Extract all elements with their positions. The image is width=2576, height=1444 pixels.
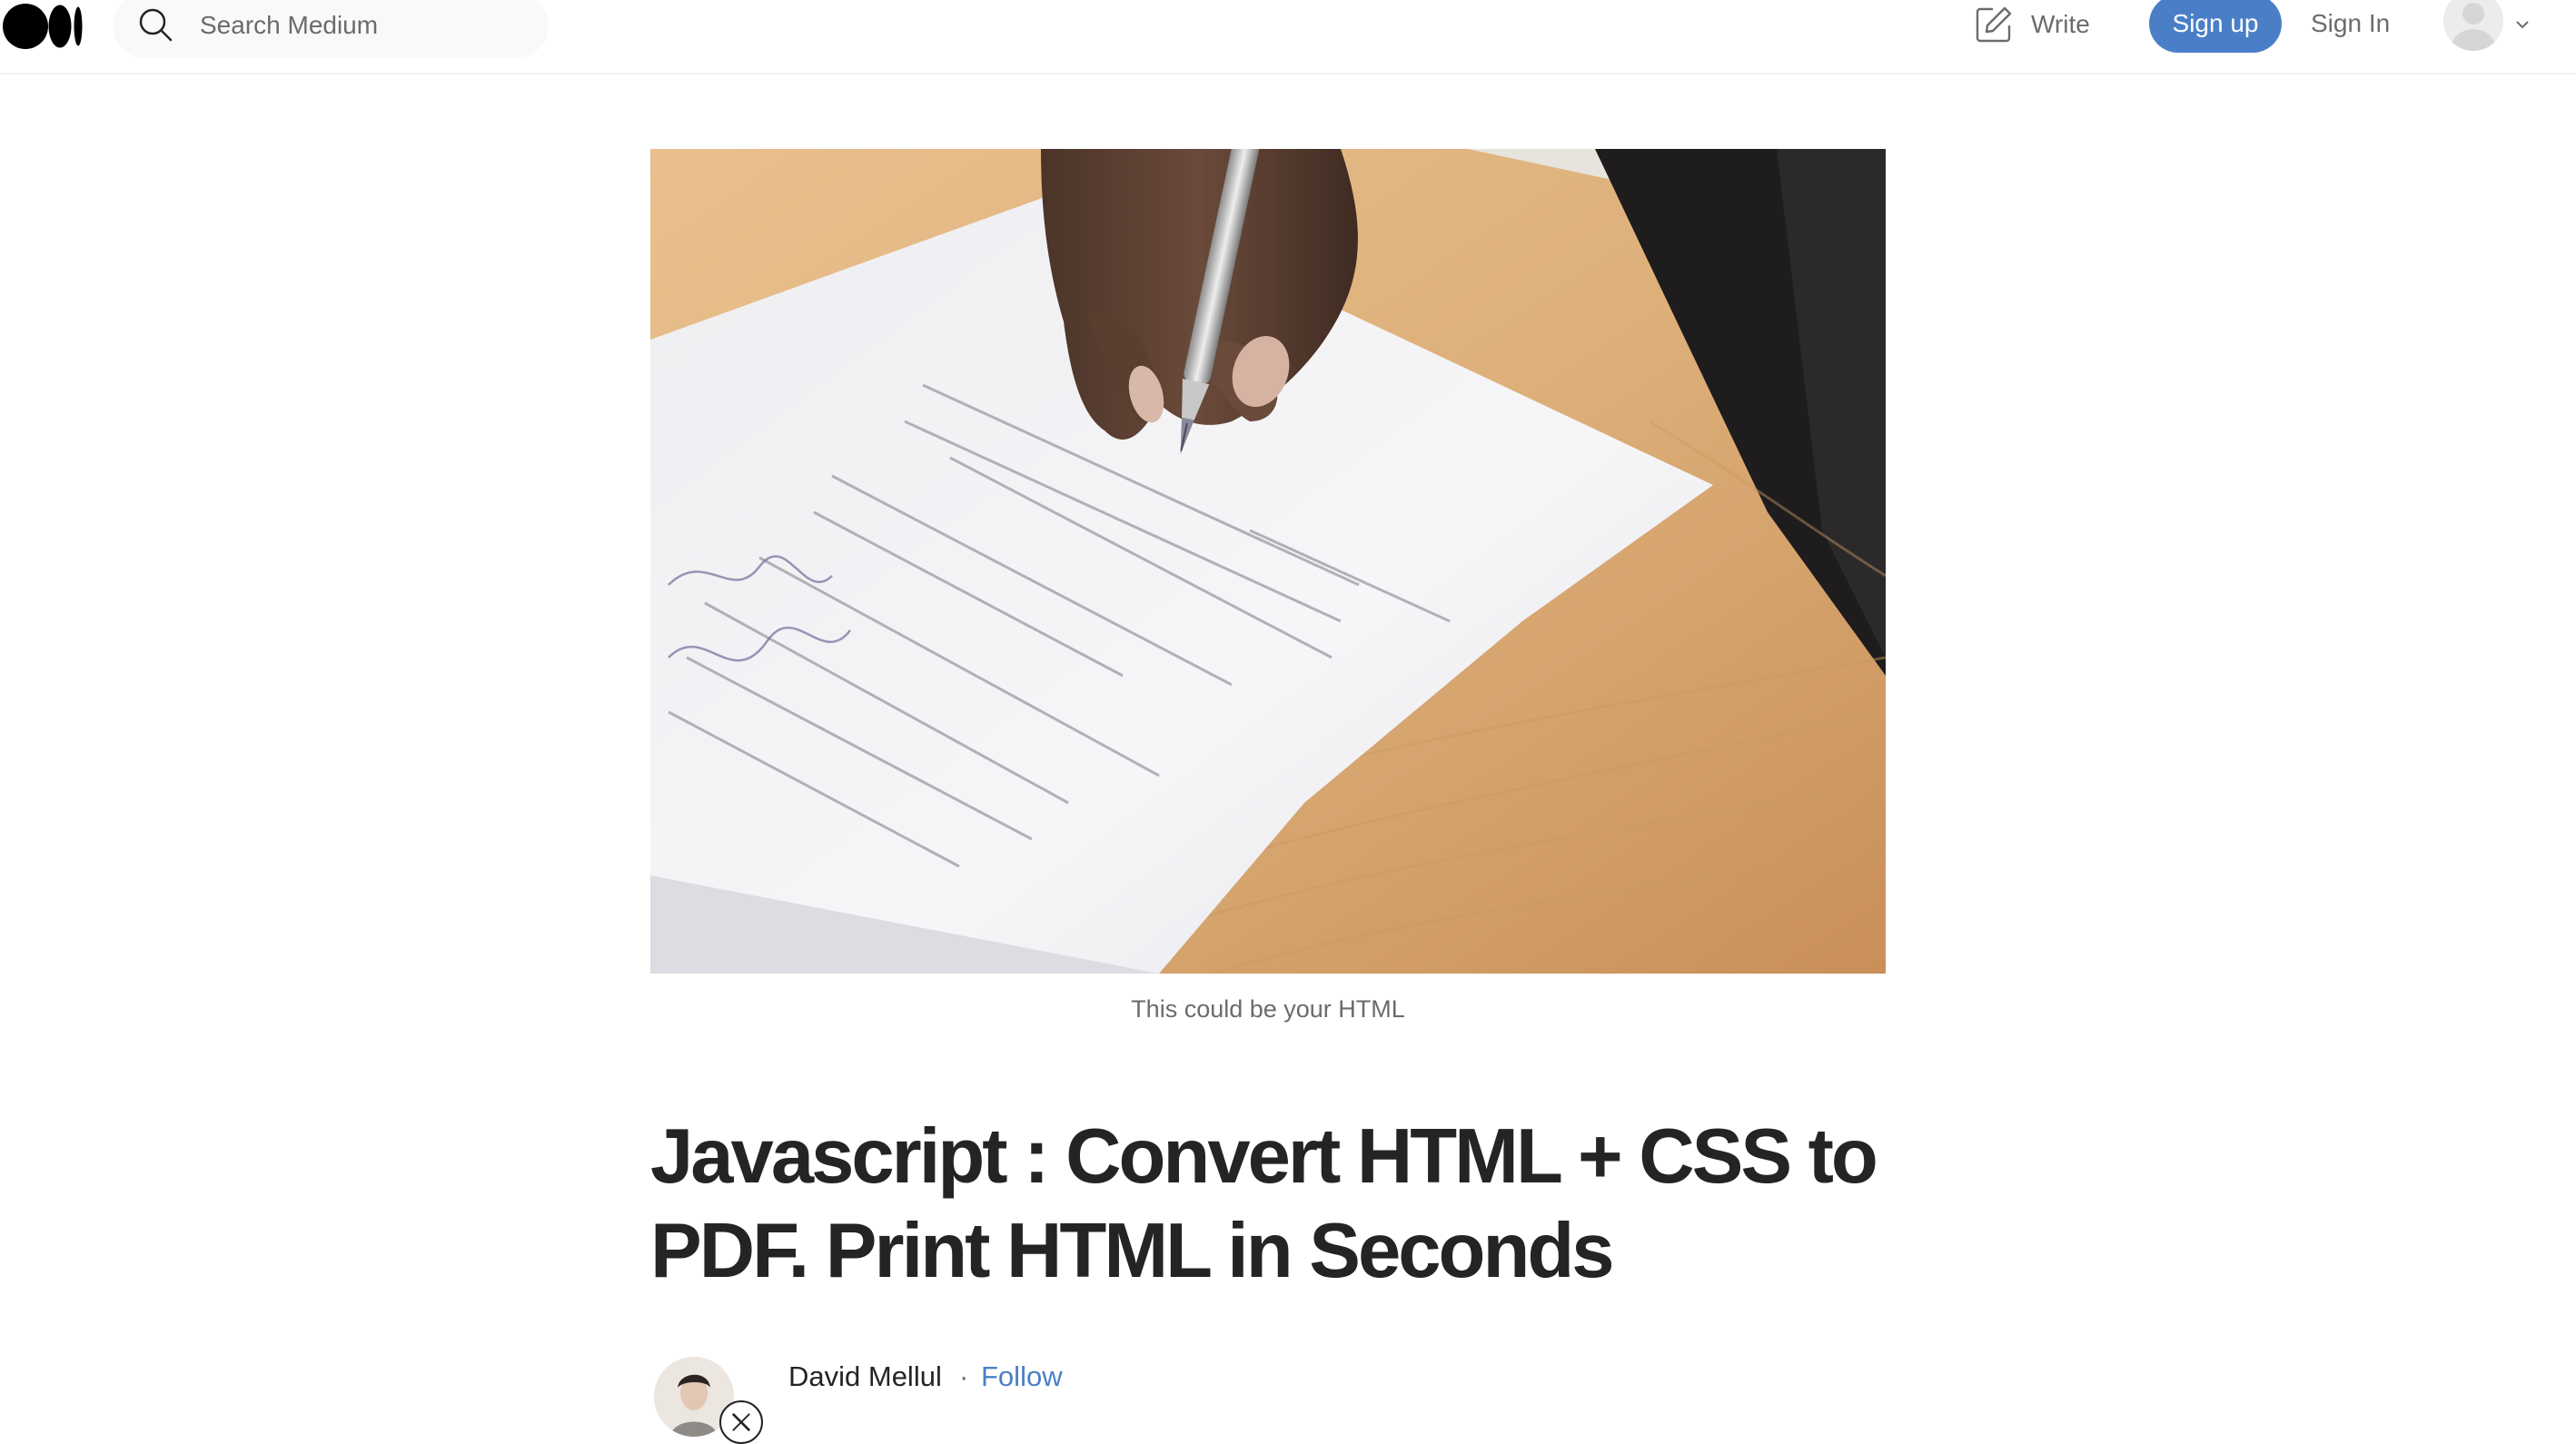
author-name[interactable]: David Mellul	[788, 1360, 942, 1393]
sign-up-button[interactable]: Sign up	[2149, 0, 2282, 53]
x-icon	[719, 1400, 763, 1444]
search-input[interactable]	[198, 2, 525, 49]
image-caption: This could be your HTML	[1131, 995, 1405, 1023]
write-label: Write	[2031, 10, 2090, 38]
write-button[interactable]: Write	[1975, 2, 2090, 47]
separator-dot: ·	[959, 1360, 969, 1392]
search-bar[interactable]	[113, 0, 549, 58]
chevron-down-icon[interactable]	[2512, 15, 2532, 35]
sign-in-link[interactable]: Sign In	[2311, 9, 2390, 38]
medium-logo-icon[interactable]	[2, 4, 84, 49]
article-title: Javascript : Convert HTML + CSS to PDF. …	[650, 1113, 1878, 1294]
top-navigation-bar: Write Sign up Sign In	[0, 0, 2576, 74]
search-icon	[139, 8, 173, 42]
follow-button[interactable]: Follow	[981, 1360, 1063, 1393]
write-icon	[1976, 6, 2012, 43]
user-avatar-icon[interactable]	[2443, 0, 2503, 51]
author-row: David Mellul · Follow	[650, 1353, 1886, 1444]
hero-image	[650, 149, 1886, 974]
